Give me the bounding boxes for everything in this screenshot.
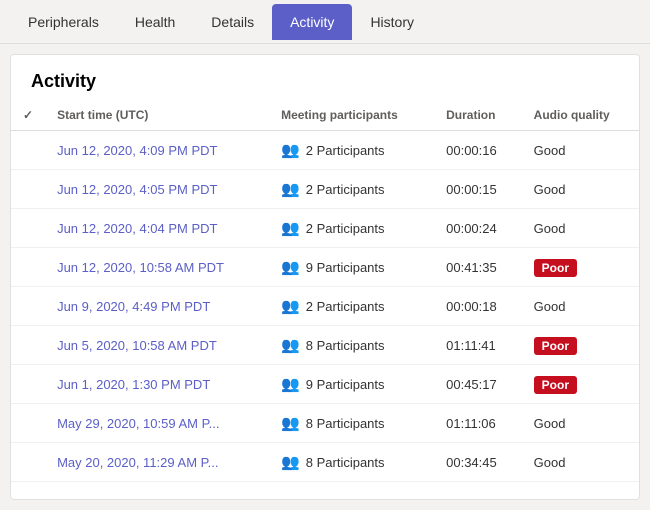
table-row: Jun 12, 2020, 10:58 AM PDT 👥 9 Participant… (11, 248, 639, 287)
row-check (11, 287, 45, 326)
tab-peripherals[interactable]: Peripherals (10, 4, 117, 40)
row-participants: 👥 9 Participants (269, 248, 434, 287)
row-duration: 00:00:24 (434, 209, 522, 248)
row-participants: 👥 2 Participants (269, 287, 434, 326)
row-check (11, 404, 45, 443)
row-start-time[interactable]: May 20, 2020, 11:29 AM P... (45, 443, 269, 482)
row-audio-quality: Good (522, 209, 639, 248)
table-row: Jun 12, 2020, 4:05 PM PDT 👥 2 Participants… (11, 170, 639, 209)
participants-count: 8 Participants (306, 455, 385, 470)
participants-icon: 👥 (281, 336, 300, 354)
row-start-time[interactable]: Jun 5, 2020, 10:58 AM PDT (45, 326, 269, 365)
table-row: Jun 12, 2020, 4:04 PM PDT 👥 2 Participants… (11, 209, 639, 248)
row-duration: 00:00:16 (434, 131, 522, 170)
tab-history[interactable]: History (352, 4, 432, 40)
participants-count: 9 Participants (306, 260, 385, 275)
row-duration: 00:45:17 (434, 365, 522, 404)
row-check (11, 209, 45, 248)
participants-icon: 👥 (281, 414, 300, 432)
row-participants: 👥 8 Participants (269, 404, 434, 443)
row-participants: 👥 9 Participants (269, 365, 434, 404)
row-start-time[interactable]: Jun 12, 2020, 4:05 PM PDT (45, 170, 269, 209)
tab-bar: PeripheralsHealthDetailsActivityHistory (0, 0, 650, 44)
poor-badge: Poor (534, 376, 577, 394)
row-duration: 00:34:45 (434, 443, 522, 482)
row-audio-quality: Good (522, 443, 639, 482)
poor-badge: Poor (534, 259, 577, 277)
activity-table: ✓ Start time (UTC) Meeting participants … (11, 100, 639, 482)
table-row: Jun 12, 2020, 4:09 PM PDT 👥 2 Participants… (11, 131, 639, 170)
table-row: May 20, 2020, 11:29 AM P... 👥 8 Participan… (11, 443, 639, 482)
participants-icon: 👥 (281, 375, 300, 393)
participants-count: 2 Participants (306, 143, 385, 158)
content-area: Activity ✓ Start time (UTC) Meeting part… (10, 54, 640, 500)
participants-icon: 👥 (281, 180, 300, 198)
tab-details[interactable]: Details (193, 4, 272, 40)
row-check (11, 131, 45, 170)
participants-icon: 👥 (281, 258, 300, 276)
col-check: ✓ (11, 100, 45, 131)
row-participants: 👥 2 Participants (269, 209, 434, 248)
participants-icon: 👥 (281, 219, 300, 237)
section-title: Activity (11, 55, 639, 100)
row-check (11, 170, 45, 209)
row-start-time[interactable]: Jun 12, 2020, 4:09 PM PDT (45, 131, 269, 170)
row-duration: 01:11:41 (434, 326, 522, 365)
row-audio-quality: Poor (522, 326, 639, 365)
table-row: Jun 5, 2020, 10:58 AM PDT 👥 8 Participants… (11, 326, 639, 365)
tab-health[interactable]: Health (117, 4, 193, 40)
row-start-time[interactable]: Jun 1, 2020, 1:30 PM PDT (45, 365, 269, 404)
participants-icon: 👥 (281, 453, 300, 471)
col-start-time: Start time (UTC) (45, 100, 269, 131)
tab-activity[interactable]: Activity (272, 4, 352, 40)
row-audio-quality: Good (522, 287, 639, 326)
row-start-time[interactable]: Jun 12, 2020, 4:04 PM PDT (45, 209, 269, 248)
row-start-time[interactable]: May 29, 2020, 10:59 AM P... (45, 404, 269, 443)
participants-count: 2 Participants (306, 299, 385, 314)
row-audio-quality: Poor (522, 365, 639, 404)
participants-count: 9 Participants (306, 377, 385, 392)
row-participants: 👥 8 Participants (269, 443, 434, 482)
table-row: Jun 9, 2020, 4:49 PM PDT 👥 2 Participants 0… (11, 287, 639, 326)
participants-count: 2 Participants (306, 221, 385, 236)
row-check (11, 365, 45, 404)
row-duration: 00:00:15 (434, 170, 522, 209)
row-audio-quality: Good (522, 170, 639, 209)
table-row: May 29, 2020, 10:59 AM P... 👥 8 Participan… (11, 404, 639, 443)
table-row: Jun 1, 2020, 1:30 PM PDT 👥 9 Participants 0… (11, 365, 639, 404)
row-check (11, 326, 45, 365)
row-participants: 👥 8 Participants (269, 326, 434, 365)
row-check (11, 248, 45, 287)
row-start-time[interactable]: Jun 9, 2020, 4:49 PM PDT (45, 287, 269, 326)
col-participants: Meeting participants (269, 100, 434, 131)
row-duration: 01:11:06 (434, 404, 522, 443)
col-audio-quality: Audio quality (522, 100, 639, 131)
participants-icon: 👥 (281, 297, 300, 315)
row-participants: 👥 2 Participants (269, 131, 434, 170)
row-audio-quality: Good (522, 404, 639, 443)
row-duration: 00:41:35 (434, 248, 522, 287)
row-duration: 00:00:18 (434, 287, 522, 326)
participants-count: 2 Participants (306, 182, 385, 197)
row-check (11, 443, 45, 482)
participants-count: 8 Participants (306, 416, 385, 431)
participants-icon: 👥 (281, 141, 300, 159)
poor-badge: Poor (534, 337, 577, 355)
row-audio-quality: Good (522, 131, 639, 170)
row-participants: 👥 2 Participants (269, 170, 434, 209)
participants-count: 8 Participants (306, 338, 385, 353)
table-header-row: ✓ Start time (UTC) Meeting participants … (11, 100, 639, 131)
row-start-time[interactable]: Jun 12, 2020, 10:58 AM PDT (45, 248, 269, 287)
col-duration: Duration (434, 100, 522, 131)
row-audio-quality: Poor (522, 248, 639, 287)
